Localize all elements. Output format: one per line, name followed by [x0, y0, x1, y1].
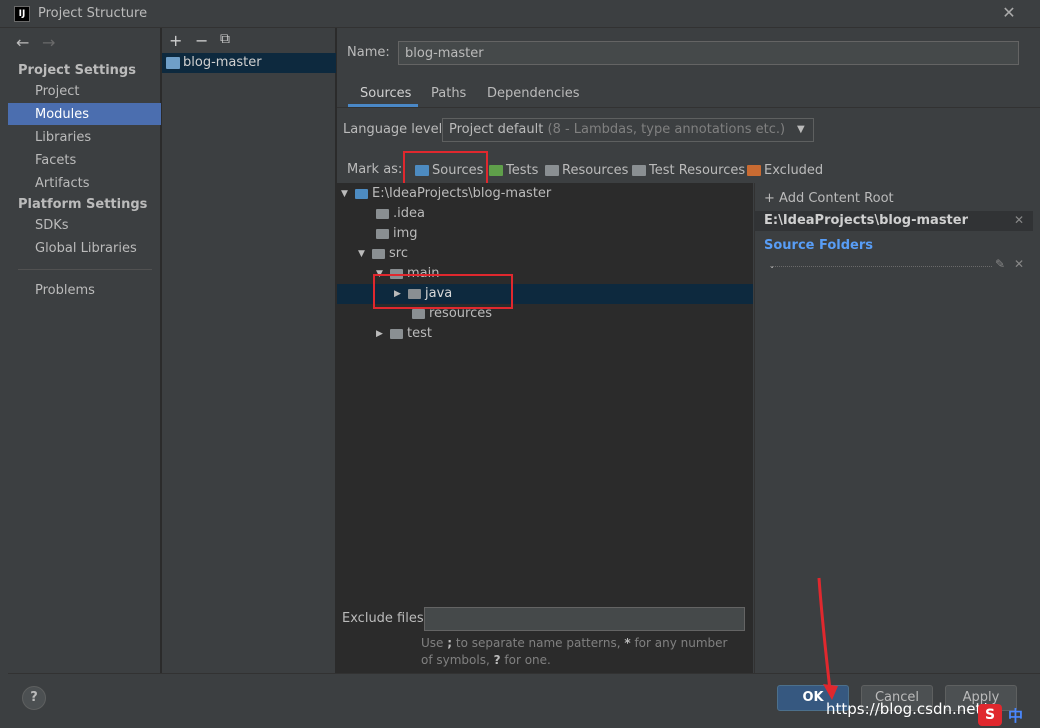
mark-resources-label: Resources [562, 163, 629, 178]
tree-row-label: test [407, 326, 432, 341]
sogou-logo-icon: S [978, 704, 1002, 726]
chevron-down-icon[interactable]: ▼ [797, 124, 805, 135]
modules-panel [162, 28, 336, 673]
folder-icon [376, 208, 389, 219]
mark-as-label: Mark as: [347, 162, 403, 177]
mark-tests-button[interactable]: Tests [489, 163, 538, 178]
watermark-text: https://blog.csdn.net/ [826, 700, 987, 718]
tab-divider [337, 107, 1040, 108]
tab-paths[interactable]: Paths [431, 86, 466, 101]
add-content-root-label: Add Content Root [779, 191, 894, 206]
folder-icon [372, 248, 385, 259]
mark-test-resources-label: Test Resources [649, 163, 746, 178]
expand-triangle-icon[interactable]: ▶ [376, 329, 386, 339]
back-arrow-icon[interactable]: ← [16, 33, 29, 52]
add-content-root-button[interactable]: + Add Content Root [764, 191, 894, 206]
sidebar-item-global-libraries[interactable]: Global Libraries [35, 241, 137, 256]
language-level-label: Language level: [343, 122, 447, 137]
copy-module-icon[interactable]: ⧉ [220, 31, 230, 47]
sidebar-item-sdks[interactable]: SDKs [35, 218, 69, 233]
language-level-value: Project default [449, 122, 544, 137]
tree-row-label: src [389, 246, 408, 261]
platform-settings-header: Platform Settings [18, 197, 148, 212]
window-title: Project Structure [38, 6, 148, 21]
exclude-files-input[interactable] [424, 607, 745, 631]
mark-excluded-button[interactable]: Excluded [747, 163, 823, 178]
remove-folder-icon[interactable]: ✕ [1014, 257, 1024, 271]
source-folder-dotted-line [770, 266, 992, 267]
tree-row-test[interactable]: ▶ test [376, 326, 432, 341]
tab-dependencies[interactable]: Dependencies [487, 86, 580, 101]
expand-triangle-icon[interactable]: ▼ [341, 189, 351, 199]
help-button[interactable]: ? [22, 686, 46, 710]
sidebar-item-facets[interactable]: Facets [35, 153, 76, 168]
source-folders-label: Source Folders [764, 238, 874, 253]
exclude-files-label: Exclude files: [342, 611, 429, 626]
ime-indicator: 中 [1008, 707, 1024, 725]
tree-row-label: img [393, 226, 418, 241]
module-folder-icon [355, 188, 368, 199]
tests-folder-icon [489, 165, 503, 176]
remove-root-icon[interactable]: ✕ [1014, 213, 1024, 227]
sidebar-item-project[interactable]: Project [35, 84, 79, 99]
sidebar-divider [18, 269, 152, 270]
folder-icon [412, 308, 425, 319]
add-module-icon[interactable]: + [169, 31, 182, 50]
sidebar-item-problems[interactable]: Problems [35, 283, 95, 298]
language-level-hint: (8 - Lambdas, type annotations etc.) [547, 122, 786, 137]
test-resources-folder-icon [632, 165, 646, 176]
title-bar [0, 0, 1040, 28]
module-name-input[interactable] [398, 41, 1019, 65]
sidebar-item-artifacts[interactable]: Artifacts [35, 176, 90, 191]
exclude-files-hint: Use ; to separate name patterns, * for a… [421, 635, 741, 669]
source-folder-entry: . [770, 257, 775, 272]
expand-triangle-icon[interactable]: ▼ [358, 249, 368, 259]
folder-icon [376, 228, 389, 239]
tab-sources[interactable]: Sources [360, 86, 411, 101]
tree-row-idea[interactable]: .idea [376, 206, 425, 221]
background-ide-strip [0, 28, 8, 728]
module-folder-icon [166, 57, 180, 69]
mark-test-resources-button[interactable]: Test Resources [632, 163, 745, 178]
name-label: Name: [347, 45, 390, 60]
mark-resources-button[interactable]: Resources [545, 163, 628, 178]
tree-row-img[interactable]: img [376, 226, 418, 241]
resources-folder-icon [545, 165, 559, 176]
folder-icon [390, 328, 403, 339]
hint-text: to separate name patterns, [452, 636, 625, 650]
hint-text: for one. [500, 653, 551, 667]
mark-tests-label: Tests [506, 163, 539, 178]
mark-excluded-label: Excluded [764, 163, 824, 178]
annotation-highlight-box [373, 274, 513, 309]
tree-row-root[interactable]: ▼ E:\IdeaProjects\blog-master [341, 186, 551, 201]
tree-row-label: .idea [393, 206, 425, 221]
edit-icon[interactable]: ✎ [995, 257, 1005, 271]
sidebar-item-modules[interactable]: Modules [35, 107, 89, 122]
sidebar-item-libraries[interactable]: Libraries [35, 130, 91, 145]
project-settings-header: Project Settings [18, 63, 136, 78]
hint-text: Use [421, 636, 448, 650]
forward-arrow-icon[interactable]: → [42, 33, 55, 52]
language-level-select[interactable]: Project default (8 - Lambdas, type annot… [442, 118, 814, 142]
content-root-path: E:\IdeaProjects\blog-master [764, 213, 969, 228]
intellij-logo-icon: IJ [14, 6, 30, 22]
annotation-highlight-box [403, 151, 488, 187]
remove-module-icon[interactable]: − [195, 31, 208, 50]
close-icon[interactable]: ✕ [1000, 4, 1018, 22]
tree-row-label: E:\IdeaProjects\blog-master [372, 186, 552, 201]
module-label: blog-master [183, 55, 262, 70]
hint-symbol: ? [493, 653, 501, 667]
excluded-folder-icon [747, 165, 761, 176]
tree-row-src[interactable]: ▼ src [358, 246, 408, 261]
